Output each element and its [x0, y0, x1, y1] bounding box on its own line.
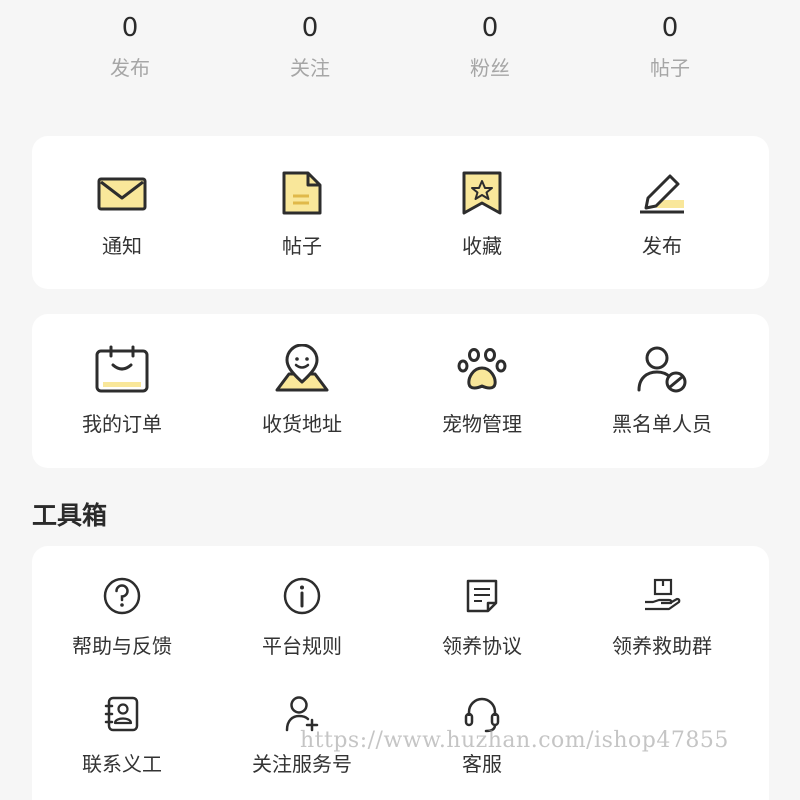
tool-item-label: 领养协议	[442, 634, 522, 658]
stat-posts[interactable]: 0 帖子	[580, 10, 760, 90]
envelope-icon	[97, 177, 147, 211]
quick-item-label: 收藏	[462, 234, 502, 258]
info-icon	[283, 577, 321, 615]
tool-item-contact-volunteer[interactable]: 联系义工	[32, 664, 212, 782]
service-item-orders[interactable]: 我的订单	[32, 314, 212, 437]
tool-item-label: 联系义工	[82, 752, 162, 776]
tool-item-label: 帮助与反馈	[72, 634, 172, 658]
tool-item-help[interactable]: 帮助与反馈	[32, 546, 212, 664]
pencil-icon	[640, 174, 684, 214]
toolbox-row: 帮助与反馈 平台规则 领养协议 领养救助群	[32, 546, 769, 664]
service-item-label: 我的订单	[82, 412, 162, 436]
toolbox-title: 工具箱	[32, 501, 108, 530]
quick-item-label: 发布	[642, 234, 682, 258]
agreement-icon	[466, 579, 498, 613]
stat-published[interactable]: 0 发布	[40, 10, 220, 90]
stat-label: 发布	[110, 56, 150, 80]
service-item-label: 宠物管理	[442, 412, 522, 436]
tool-item-label: 领养救助群	[612, 634, 712, 658]
tool-item-follow-account[interactable]: 关注服务号	[212, 664, 392, 782]
stats-bar: 0 发布 0 关注 0 粉丝 0 帖子	[40, 10, 760, 90]
watermark-text: https://www.huzhan.com/ishop47855	[300, 728, 729, 753]
service-item-address[interactable]: 收货地址	[212, 314, 392, 437]
blocked-user-icon	[637, 346, 687, 393]
quick-item-label: 帖子	[282, 234, 322, 258]
hand-box-icon	[645, 578, 681, 611]
service-item-pets[interactable]: 宠物管理	[392, 314, 572, 437]
quick-item-posts[interactable]: 帖子	[212, 136, 392, 259]
contact-card-icon	[104, 696, 139, 732]
stat-value: 0	[481, 13, 499, 43]
bookmark-star-icon	[462, 171, 502, 215]
tool-item-agreement[interactable]: 领养协议	[392, 546, 572, 664]
document-icon	[282, 171, 322, 215]
quick-item-label: 通知	[102, 234, 142, 258]
quick-item-notification[interactable]: 通知	[32, 136, 212, 259]
stat-label: 粉丝	[470, 56, 510, 80]
help-icon	[103, 577, 141, 615]
toolbox-card: 帮助与反馈 平台规则 领养协议 领养救助群 联系义工 关注服务号 客服	[32, 546, 769, 800]
stat-value: 0	[661, 13, 679, 43]
tool-item-rules[interactable]: 平台规则	[212, 546, 392, 664]
order-icon	[95, 345, 149, 393]
service-item-label: 黑名单人员	[612, 412, 712, 436]
quick-item-publish[interactable]: 发布	[572, 136, 752, 259]
stat-value: 0	[121, 13, 139, 43]
toolbox-row: 联系义工 关注服务号 客服	[32, 664, 769, 782]
quick-item-favorites[interactable]: 收藏	[392, 136, 572, 259]
paw-icon	[457, 348, 507, 390]
tool-item-customer-service[interactable]: 客服	[392, 664, 572, 782]
tool-item-rescue-group[interactable]: 领养救助群	[572, 546, 752, 664]
tool-item-label: 平台规则	[262, 634, 342, 658]
stat-label: 关注	[290, 56, 330, 80]
service-item-blacklist[interactable]: 黑名单人员	[572, 314, 752, 437]
quick-actions-card: 通知 帖子 收藏 发布	[32, 136, 769, 289]
stat-value: 0	[301, 13, 319, 43]
address-pin-icon	[275, 344, 329, 392]
service-item-label: 收货地址	[262, 412, 342, 436]
stat-label: 帖子	[650, 56, 690, 80]
stat-fans[interactable]: 0 粉丝	[400, 10, 580, 90]
services-card: 我的订单 收货地址 宠物管理 黑名单人员	[32, 314, 769, 468]
stat-following[interactable]: 0 关注	[220, 10, 400, 90]
